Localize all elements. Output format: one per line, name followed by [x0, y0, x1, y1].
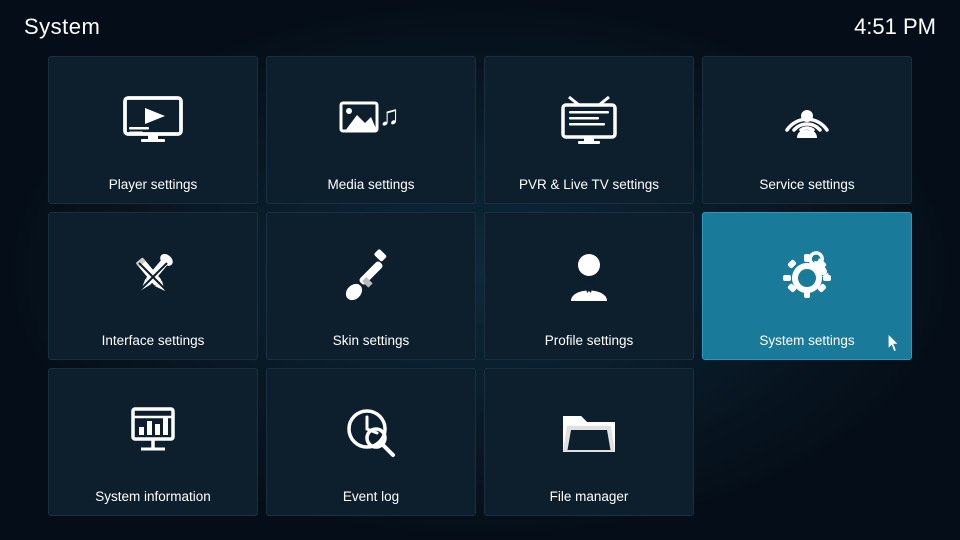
skin-settings-label: Skin settings: [333, 333, 410, 349]
pvr-settings-icon-area: [557, 69, 621, 171]
system-information-icon-area: [125, 381, 181, 483]
sysinfo-icon: [125, 405, 181, 459]
file-manager-icon-area: [559, 381, 619, 483]
grid-item-media-settings[interactable]: ♫ Media settings: [266, 56, 476, 204]
service-icon: [779, 94, 835, 146]
grid-item-skin-settings[interactable]: Skin settings: [266, 212, 476, 360]
player-settings-icon-area: [121, 69, 185, 171]
file-manager-label: File manager: [550, 489, 629, 505]
system-information-label: System information: [95, 489, 211, 505]
filemanager-icon: [559, 406, 619, 458]
interface-icon: [125, 249, 181, 303]
system-settings-icon-area: [777, 225, 837, 327]
skin-settings-icon-area: [343, 225, 399, 327]
grid-item-pvr-settings[interactable]: PVR & Live TV settings: [484, 56, 694, 204]
grid-item-system-settings[interactable]: System settings: [702, 212, 912, 360]
pvr-icon: [557, 95, 621, 145]
grid-item-interface-settings[interactable]: Interface settings: [48, 212, 258, 360]
cursor-icon: [887, 335, 903, 351]
player-settings-label: Player settings: [109, 177, 198, 193]
settings-grid: Player settings ♫ Media settings: [0, 48, 960, 524]
player-icon: [121, 96, 185, 144]
media-icon: ♫: [339, 95, 403, 145]
service-settings-icon-area: [779, 69, 835, 171]
service-settings-label: Service settings: [759, 177, 854, 193]
profile-settings-icon-area: [561, 225, 617, 327]
grid-item-system-information[interactable]: System information: [48, 368, 258, 516]
header: System 4:51 PM: [0, 0, 960, 48]
grid-item-player-settings[interactable]: Player settings: [48, 56, 258, 204]
grid-item-event-log[interactable]: Event log: [266, 368, 476, 516]
grid-item-profile-settings[interactable]: Profile settings: [484, 212, 694, 360]
grid-item-file-manager[interactable]: File manager: [484, 368, 694, 516]
system-settings-label: System settings: [759, 333, 854, 349]
media-settings-label: Media settings: [327, 177, 414, 193]
eventlog-icon: [343, 405, 399, 459]
pvr-settings-label: PVR & Live TV settings: [519, 177, 659, 193]
svg-text:♫: ♫: [379, 100, 400, 131]
event-log-icon-area: [343, 381, 399, 483]
grid-item-service-settings[interactable]: Service settings: [702, 56, 912, 204]
media-settings-icon-area: ♫: [339, 69, 403, 171]
page-title: System: [24, 14, 100, 40]
event-log-label: Event log: [343, 489, 399, 505]
clock: 4:51 PM: [854, 14, 936, 40]
interface-settings-label: Interface settings: [102, 333, 205, 349]
interface-settings-icon-area: [125, 225, 181, 327]
system-settings-icon: [777, 248, 837, 304]
skin-icon: [343, 249, 399, 303]
profile-icon: [561, 249, 617, 303]
profile-settings-label: Profile settings: [545, 333, 634, 349]
